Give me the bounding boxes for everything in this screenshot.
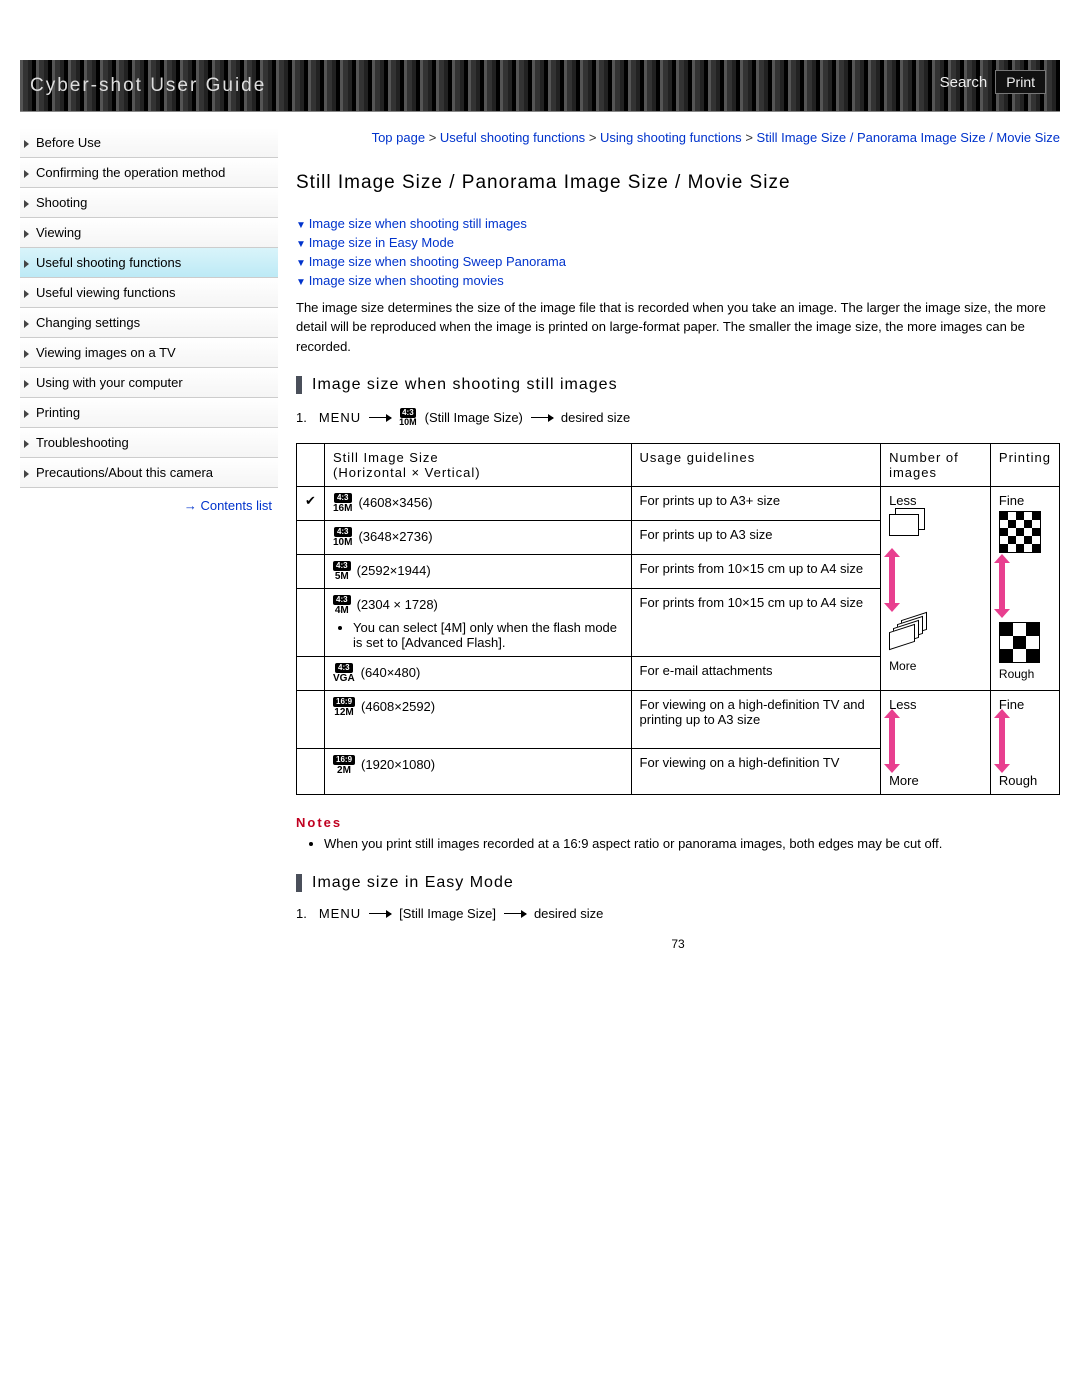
size-badge-icon: 4:3 10M xyxy=(399,408,417,427)
anchor-links: Image size when shooting still images Im… xyxy=(296,214,1060,290)
notes-label: Notes xyxy=(296,815,1060,830)
many-pages-icon xyxy=(889,616,935,652)
crumb-current: Still Image Size / Panorama Image Size /… xyxy=(757,130,1060,145)
anchor-link[interactable]: Image size when shooting Sweep Panorama xyxy=(296,252,1060,271)
nav-item[interactable]: Shooting xyxy=(20,188,278,218)
nav-item[interactable]: Before Use xyxy=(20,128,278,158)
double-arrow-icon xyxy=(889,718,895,764)
check-icon: ✔ xyxy=(297,487,325,521)
print-button[interactable]: Print xyxy=(995,70,1046,94)
note-item: When you print still images recorded at … xyxy=(324,834,1060,854)
nav-item[interactable]: Precautions/About this camera xyxy=(20,458,278,488)
contents-list-link[interactable]: Contents list xyxy=(20,498,272,513)
crumb[interactable]: Top page xyxy=(372,130,426,145)
arrow-icon xyxy=(531,417,553,418)
nav-item[interactable]: Printing xyxy=(20,398,278,428)
intro-paragraph: The image size determines the size of th… xyxy=(296,298,1060,357)
crumb[interactable]: Useful shooting functions xyxy=(440,130,585,145)
crumb[interactable]: Using shooting functions xyxy=(600,130,742,145)
main-content: Top page > Useful shooting functions > U… xyxy=(296,128,1060,951)
th: Number of images xyxy=(881,444,991,487)
rough-checker-icon xyxy=(999,622,1040,663)
header-actions: Search Print xyxy=(940,70,1046,94)
sidebar: Before Use Confirming the operation meth… xyxy=(20,128,278,951)
arrow-icon xyxy=(504,913,526,914)
menu-label: MENU xyxy=(319,410,361,425)
section-heading: Image size in Easy Mode xyxy=(296,874,1060,892)
nav-item[interactable]: Confirming the operation method xyxy=(20,158,278,188)
th: Still Image Size(Horizontal × Vertical) xyxy=(325,444,632,487)
nav-item-active[interactable]: Useful shooting functions xyxy=(20,248,278,278)
procedure-step: 1. MENU [Still Image Size] desired size xyxy=(296,906,1060,921)
nav-item[interactable]: Viewing xyxy=(20,218,278,248)
nav-item[interactable]: Viewing images on a TV xyxy=(20,338,278,368)
double-arrow-icon xyxy=(999,563,1005,609)
header: Cyber-shot User Guide Search Print xyxy=(20,60,1060,112)
nav-item[interactable]: Useful viewing functions xyxy=(20,278,278,308)
th: Printing xyxy=(990,444,1059,487)
anchor-link[interactable]: Image size in Easy Mode xyxy=(296,233,1060,252)
page-title: Still Image Size / Panorama Image Size /… xyxy=(296,172,1060,194)
site-title: Cyber-shot User Guide xyxy=(20,75,266,96)
page-number: 73 xyxy=(296,937,1060,951)
procedure-step: 1. MENU 4:3 10M (Still Image Size) desir… xyxy=(296,408,1060,427)
arrow-icon xyxy=(369,913,391,914)
anchor-link[interactable]: Image size when shooting still images xyxy=(296,214,1060,233)
image-size-table: Still Image Size(Horizontal × Vertical) … xyxy=(296,443,1060,795)
table-header-row: Still Image Size(Horizontal × Vertical) … xyxy=(297,444,1060,487)
double-arrow-icon xyxy=(889,557,895,603)
sidebar-nav: Before Use Confirming the operation meth… xyxy=(20,128,278,488)
table-row: ✔ 4:316M(4608×3456) For prints up to A3+… xyxy=(297,487,1060,521)
few-pages-icon xyxy=(889,508,933,544)
arrow-icon xyxy=(369,417,391,418)
nav-item[interactable]: Troubleshooting xyxy=(20,428,278,458)
th: Usage guidelines xyxy=(631,444,881,487)
double-arrow-icon xyxy=(999,718,1005,764)
notes-list: When you print still images recorded at … xyxy=(324,834,1060,854)
section-heading: Image size when shooting still images xyxy=(296,376,1060,394)
search-link[interactable]: Search xyxy=(940,74,988,91)
menu-label: MENU xyxy=(319,906,361,921)
table-row: 16:912M(4608×2592) For viewing on a high… xyxy=(297,691,1060,749)
fine-checker-icon xyxy=(999,511,1041,553)
anchor-link[interactable]: Image size when shooting movies xyxy=(296,271,1060,290)
breadcrumb: Top page > Useful shooting functions > U… xyxy=(296,128,1060,148)
nav-item[interactable]: Using with your computer xyxy=(20,368,278,398)
nav-item[interactable]: Changing settings xyxy=(20,308,278,338)
